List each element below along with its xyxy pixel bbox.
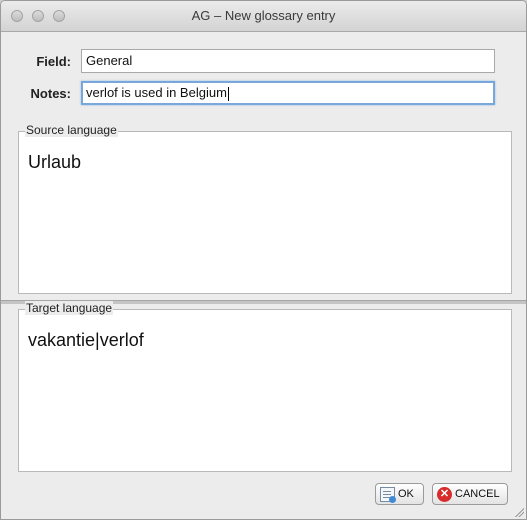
field-label: Field: <box>36 54 71 69</box>
window-title: AG – New glossary entry <box>191 8 336 23</box>
field-input[interactable]: General <box>81 49 495 73</box>
source-language-legend: Source language <box>25 123 118 137</box>
ok-button-label: OK <box>398 488 414 500</box>
notes-label: Notes: <box>30 86 71 101</box>
resize-grip-icon[interactable] <box>514 507 524 517</box>
source-language-panel[interactable]: Source language Urlaub <box>18 123 512 294</box>
ok-button[interactable]: OK <box>375 483 424 505</box>
source-term-text[interactable]: Urlaub <box>28 152 81 173</box>
notes-value: verlof is used in Belgium <box>86 85 227 100</box>
cancel-x-icon: ✕ <box>437 486 452 502</box>
cancel-button[interactable]: ✕ CANCEL <box>432 483 508 505</box>
target-language-panel[interactable]: Target language vakantie|verlof <box>18 301 512 472</box>
ok-document-icon <box>380 486 396 503</box>
glossary-dialog: AG – New glossary entry Field: General N… <box>0 0 527 520</box>
notes-input[interactable]: verlof is used in Belgium <box>81 81 495 105</box>
cancel-button-label: CANCEL <box>455 488 500 500</box>
target-language-legend: Target language <box>25 301 114 315</box>
target-term-text[interactable]: vakantie|verlof <box>28 330 144 351</box>
text-caret <box>227 86 229 101</box>
title-bar[interactable]: AG – New glossary entry <box>1 1 526 32</box>
